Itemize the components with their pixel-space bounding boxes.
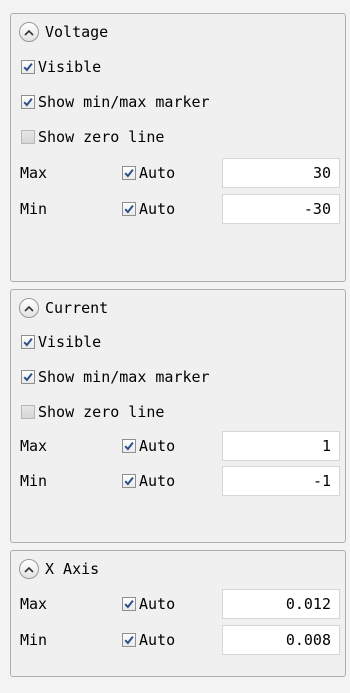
checkmark-icon (23, 97, 33, 107)
max-auto-checkbox[interactable] (122, 166, 136, 180)
x-axis-group: X Axis Max Auto 0.012 Min Auto 0.008 (10, 550, 346, 677)
group-title: Current (45, 299, 109, 317)
max-auto-toggle[interactable]: Auto (122, 437, 175, 455)
voltage-header: Voltage (11, 17, 345, 47)
minmax-marker-checkbox-row[interactable]: Show min/max marker (11, 87, 345, 117)
max-auto-label: Auto (139, 164, 176, 182)
max-label: Max (20, 164, 48, 182)
min-auto-checkbox[interactable] (122, 202, 136, 216)
voltage-group: Voltage Visible Show min/max marker Show… (10, 13, 346, 282)
min-auto-label: Auto (139, 472, 176, 490)
zero-line-label: Show zero line (38, 403, 165, 421)
max-auto-label: Auto (139, 595, 176, 613)
minmax-marker-checkbox[interactable] (21, 370, 35, 384)
minmax-marker-label: Show min/max marker (38, 368, 210, 386)
min-label: Min (20, 472, 48, 490)
min-value-field[interactable]: 0.008 (222, 625, 340, 655)
chevron-up-icon[interactable] (19, 22, 39, 42)
zero-line-checkbox[interactable] (21, 130, 35, 144)
min-auto-checkbox[interactable] (122, 474, 136, 488)
chevron-up-icon[interactable] (19, 298, 39, 318)
chevron-up-icon[interactable] (19, 559, 39, 579)
x-axis-header: X Axis (11, 554, 345, 584)
group-title: Voltage (45, 23, 109, 41)
max-value-field[interactable]: 1 (222, 431, 340, 461)
min-auto-toggle[interactable]: Auto (122, 200, 175, 218)
min-label: Min (20, 631, 48, 649)
checkmark-icon (124, 599, 134, 609)
visible-checkbox-row[interactable]: Visible (11, 327, 345, 357)
min-value-field[interactable]: -1 (222, 466, 340, 496)
group-title: X Axis (45, 560, 100, 578)
visible-checkbox[interactable] (21, 60, 35, 74)
max-auto-checkbox[interactable] (122, 439, 136, 453)
max-value-field[interactable]: 0.012 (222, 589, 340, 619)
min-auto-label: Auto (139, 200, 176, 218)
min-row: Min Auto 0.008 (11, 625, 345, 655)
checkmark-icon (23, 337, 33, 347)
current-group: Current Visible Show min/max marker Show… (10, 289, 346, 543)
max-label: Max (20, 595, 48, 613)
min-value-field[interactable]: -30 (222, 194, 340, 224)
minmax-marker-label: Show min/max marker (38, 93, 210, 111)
max-row: Max Auto 30 (11, 158, 345, 188)
axis-settings-panel: Voltage Visible Show min/max marker Show… (0, 0, 350, 693)
max-auto-label: Auto (139, 437, 176, 455)
checkmark-icon (124, 168, 134, 178)
min-label: Min (20, 200, 48, 218)
zero-line-label: Show zero line (38, 128, 165, 146)
checkmark-icon (23, 62, 33, 72)
zero-line-checkbox[interactable] (21, 405, 35, 419)
checkmark-icon (124, 635, 134, 645)
visible-label: Visible (38, 58, 102, 76)
max-row: Max Auto 1 (11, 431, 345, 461)
checkmark-icon (124, 441, 134, 451)
max-label: Max (20, 437, 48, 455)
max-auto-toggle[interactable]: Auto (122, 595, 175, 613)
minmax-marker-checkbox[interactable] (21, 95, 35, 109)
visible-checkbox-row[interactable]: Visible (11, 52, 345, 82)
minmax-marker-checkbox-row[interactable]: Show min/max marker (11, 362, 345, 392)
min-row: Min Auto -1 (11, 466, 345, 496)
visible-checkbox[interactable] (21, 335, 35, 349)
max-row: Max Auto 0.012 (11, 589, 345, 619)
min-auto-checkbox[interactable] (122, 633, 136, 647)
checkmark-icon (124, 476, 134, 486)
checkmark-icon (124, 204, 134, 214)
min-row: Min Auto -30 (11, 194, 345, 224)
zero-line-checkbox-row[interactable]: Show zero line (11, 122, 345, 152)
current-header: Current (11, 293, 345, 323)
min-auto-toggle[interactable]: Auto (122, 631, 175, 649)
zero-line-checkbox-row[interactable]: Show zero line (11, 397, 345, 427)
min-auto-toggle[interactable]: Auto (122, 472, 175, 490)
max-auto-checkbox[interactable] (122, 597, 136, 611)
visible-label: Visible (38, 333, 102, 351)
checkmark-icon (23, 372, 33, 382)
max-value-field[interactable]: 30 (222, 158, 340, 188)
max-auto-toggle[interactable]: Auto (122, 164, 175, 182)
min-auto-label: Auto (139, 631, 176, 649)
